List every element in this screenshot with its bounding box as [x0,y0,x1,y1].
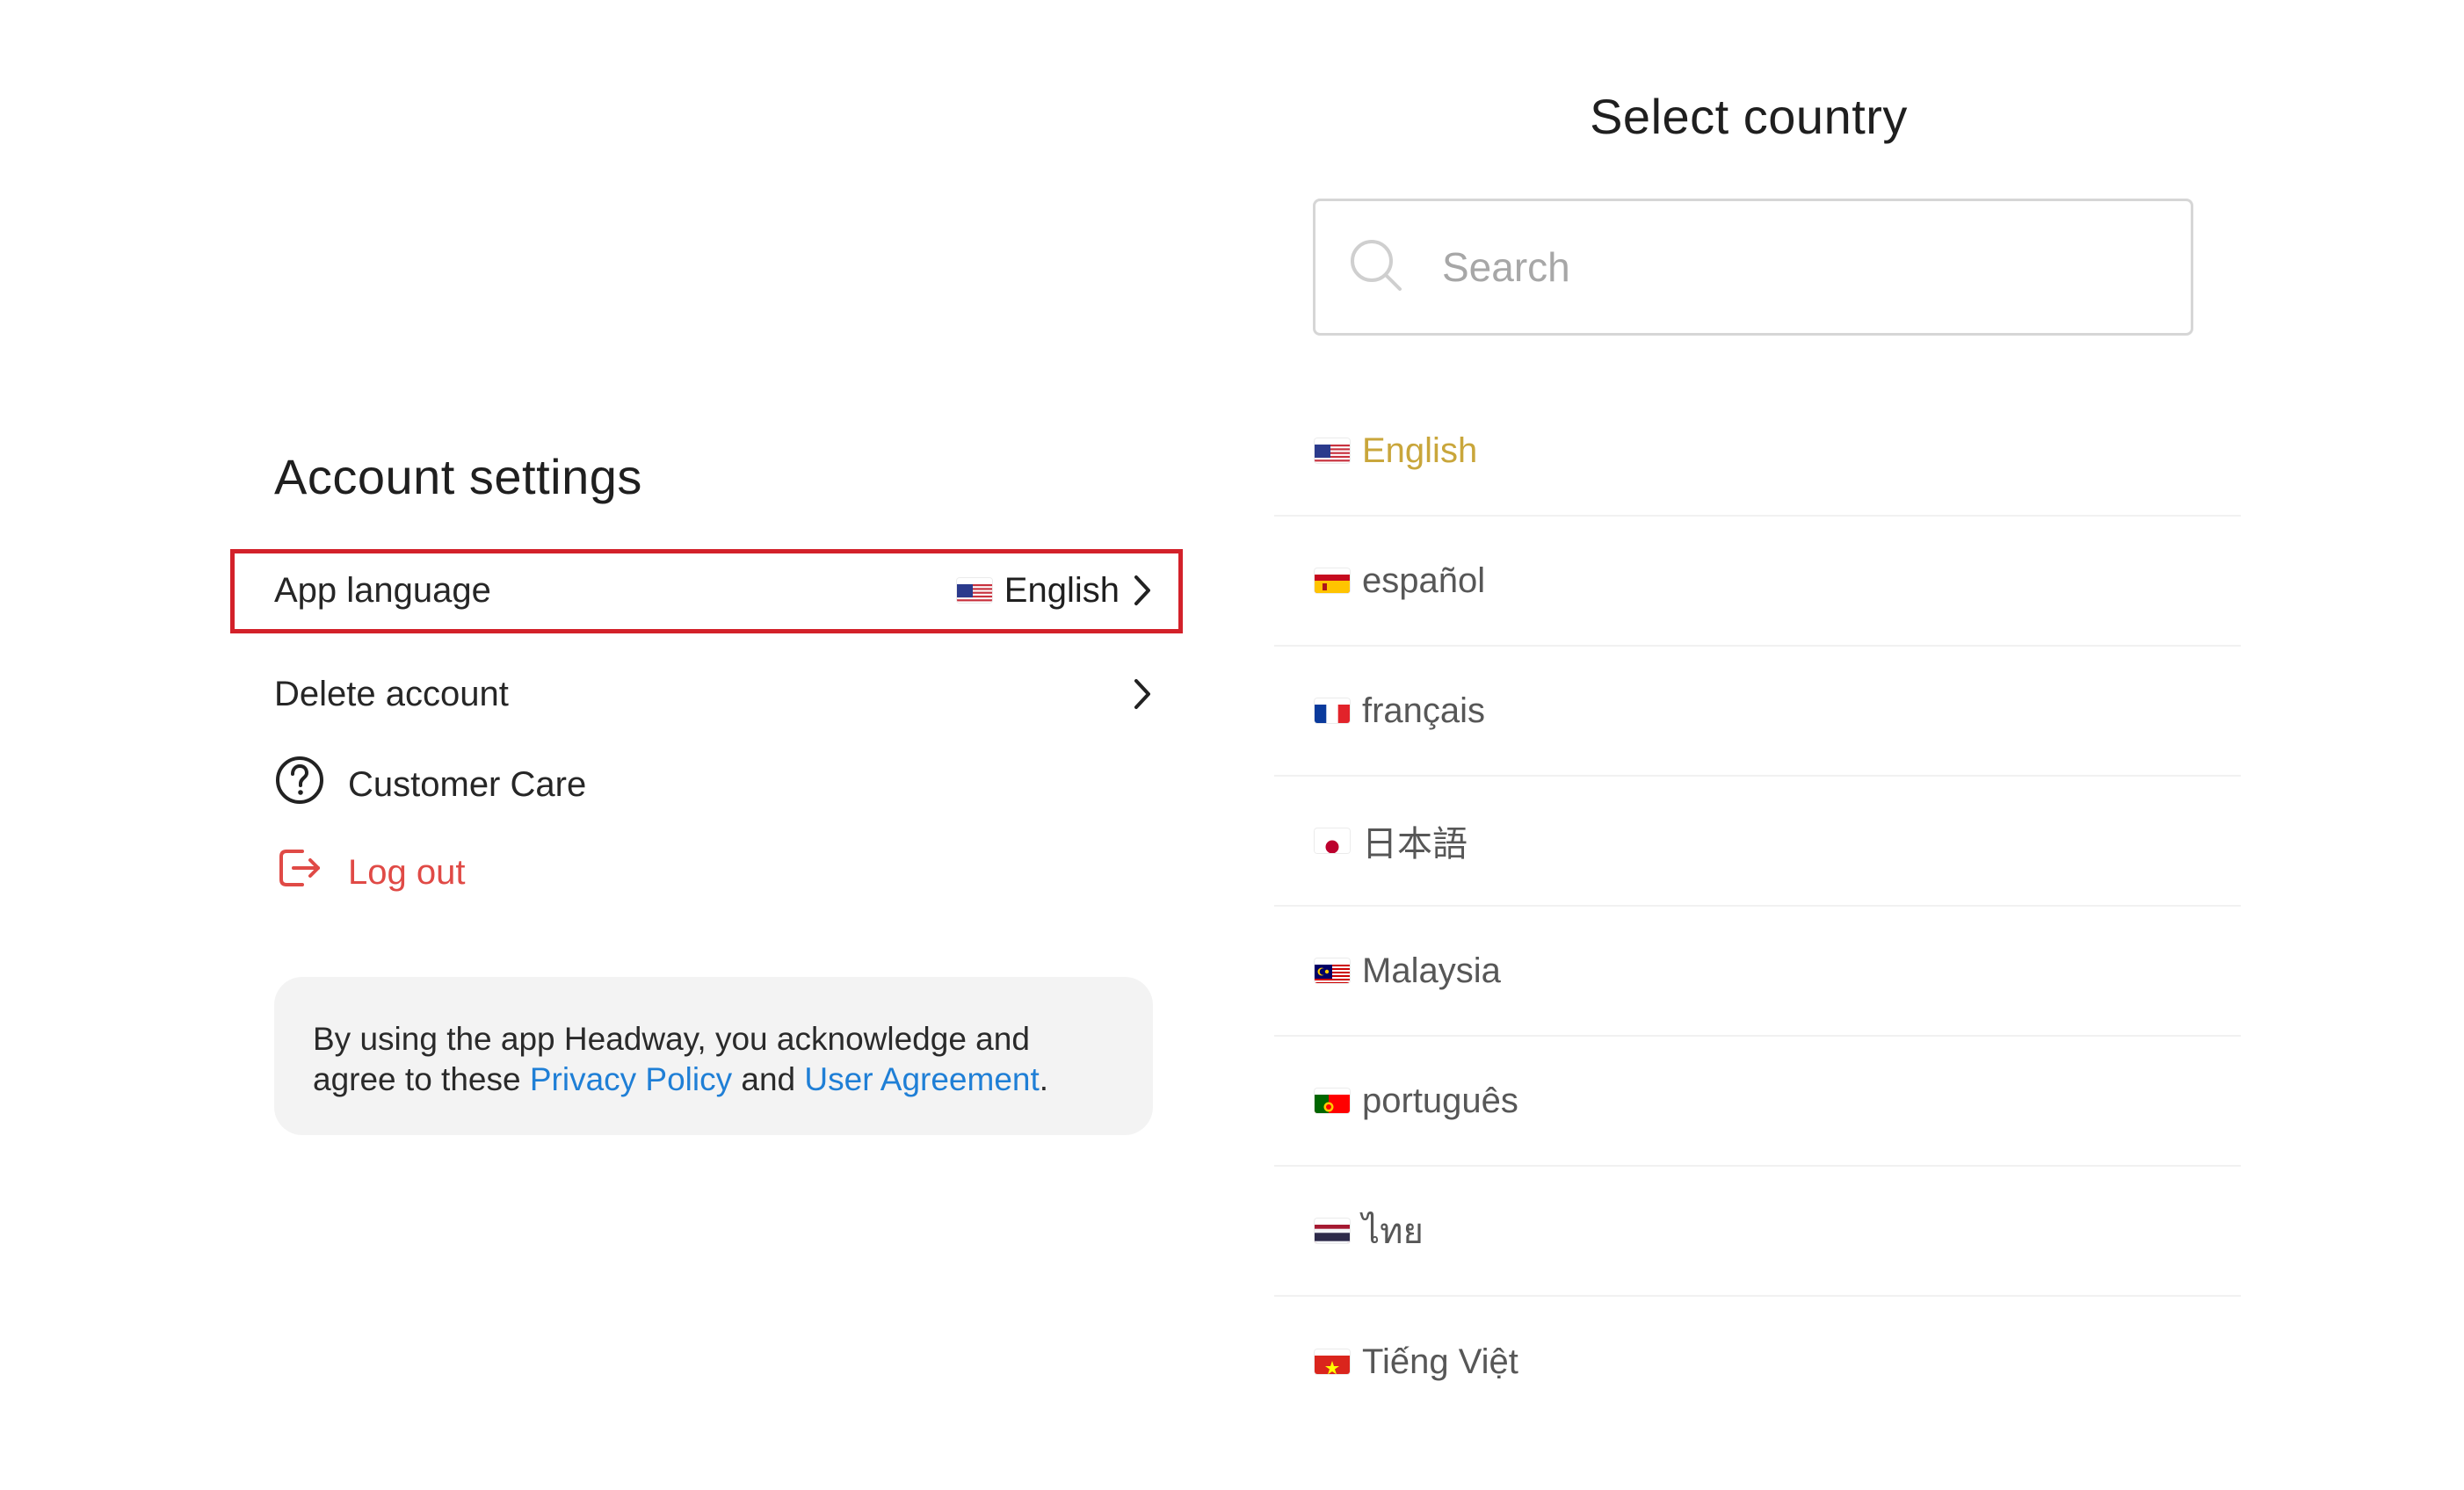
language-label: français [1362,691,1486,730]
delete-account-row[interactable]: Delete account [274,666,1153,722]
language-label: português [1362,1081,1518,1120]
legal-text-and: and [732,1061,805,1097]
language-item-malaysia[interactable]: Malaysia [1274,907,2241,1037]
language-label: Malaysia [1362,951,1501,990]
language-label: 日本語 [1362,825,1468,864]
language-item-francais[interactable]: français [1274,647,2241,777]
customer-care-row[interactable]: Customer Care [274,754,1153,815]
malaysia-flag-icon [1315,958,1350,983]
legal-text-period: . [1039,1061,1049,1097]
language-label: español [1362,561,1486,600]
search-box[interactable] [1313,199,2193,336]
app-language-row[interactable]: App language English [274,562,1153,618]
logout-icon [274,843,325,902]
search-icon [1347,236,1405,299]
delete-account-label: Delete account [274,674,509,713]
select-country-title: Select country [1590,89,1908,144]
language-label: English [1362,430,1478,470]
user-agreement-link[interactable]: User Agreement [804,1061,1039,1097]
us-flag-icon [956,578,992,603]
language-list: English español français 日本語 Malaysia po… [1274,387,2241,1427]
legal-text-line-1: By using the app Headway, you acknowledg… [313,1021,1030,1057]
language-item-vietnamese[interactable]: Tiếng Việt [1274,1297,2241,1427]
app-language-label: App language [274,570,491,610]
language-item-english[interactable]: English [1274,387,2241,517]
us-flag-icon [1315,438,1350,463]
app-language-value: English [1004,570,1120,610]
chevron-right-icon [1132,574,1153,607]
legal-text-line-2: agree to these [313,1061,530,1097]
app-language-value-group: English [956,570,1153,611]
language-label: Tiếng Việt [1362,1342,1518,1381]
language-item-espanol[interactable]: español [1274,517,2241,647]
chevron-right-icon [1132,677,1153,711]
customer-care-label: Customer Care [348,764,587,804]
japan-flag-icon [1315,828,1350,853]
france-flag-icon [1315,698,1350,723]
language-item-thai[interactable]: ไทย [1274,1167,2241,1297]
thailand-flag-icon [1315,1219,1350,1243]
vietnam-flag-icon [1315,1349,1350,1374]
help-circle-icon [274,755,325,814]
account-settings-title: Account settings [274,449,642,504]
language-label: ไทย [1362,1212,1424,1251]
search-input[interactable] [1440,242,2147,292]
spain-flag-icon [1315,568,1350,593]
logout-row[interactable]: Log out [274,842,1153,903]
language-item-japanese[interactable]: 日本語 [1274,777,2241,907]
legal-notice: By using the app Headway, you acknowledg… [274,977,1153,1135]
language-item-portugues[interactable]: português [1274,1037,2241,1167]
portugal-flag-icon [1315,1089,1350,1113]
logout-label: Log out [348,852,466,892]
page: Account settings App language English De… [0,0,2464,1490]
privacy-policy-link[interactable]: Privacy Policy [530,1061,732,1097]
